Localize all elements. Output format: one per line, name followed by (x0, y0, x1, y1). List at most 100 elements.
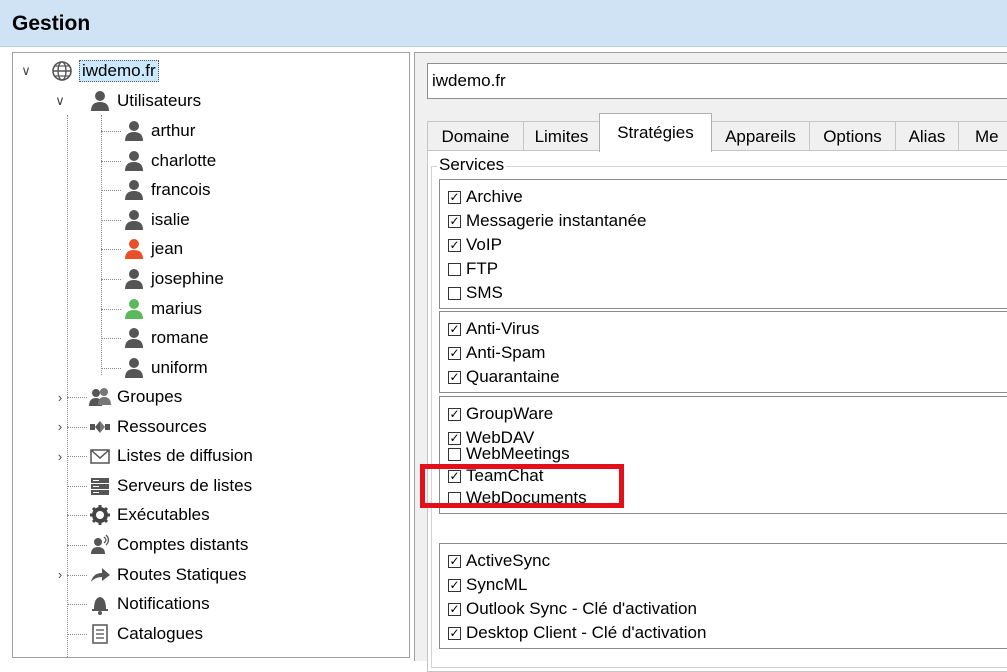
tree-guide-line (101, 338, 121, 340)
gear-icon (90, 505, 110, 526)
checkbox-syncml[interactable]: ✓ SyncML (448, 574, 527, 596)
tree-guide-line (101, 308, 121, 310)
checkbox-quarantaine[interactable]: ✓ Quarantaine (448, 366, 560, 388)
checkbox-sms[interactable]: SMS (448, 282, 503, 304)
tab-label: Domaine (441, 126, 510, 146)
user-icon (91, 91, 109, 111)
checkbox-groupware[interactable]: ✓ GroupWare (448, 403, 553, 425)
tree-node-item[interactable]: › Routes Statiques (53, 561, 247, 589)
chevron-right-icon[interactable]: › (53, 390, 67, 405)
tree-node-item[interactable]: Catalogues (53, 620, 203, 648)
tree-node-label: charlotte (151, 150, 217, 170)
tab-label: Limites (534, 126, 589, 146)
domain-name-value: iwdemo.fr (432, 71, 506, 90)
checkbox-label: VoIP (466, 235, 502, 254)
checkbox-box[interactable]: ✓ (448, 214, 461, 228)
tree-node-user[interactable]: josephine (123, 265, 224, 293)
tree-node-user[interactable]: francois (123, 176, 211, 204)
tree-node-item[interactable]: › Ressources (53, 413, 207, 441)
title-bar: Gestion (0, 0, 1007, 47)
checkbox-label: Quarantaine (466, 367, 560, 386)
tree-node-label: Comptes distants (117, 535, 249, 554)
checkbox-anti-spam[interactable]: ✓ Anti-Spam (448, 342, 545, 364)
tree-node-label: marius (151, 298, 203, 318)
checkbox-desktop-client-cl-d-activation[interactable]: ✓ Desktop Client - Clé d'activation (448, 622, 706, 644)
checkbox-box[interactable]: ✓ (448, 190, 461, 204)
checkbox-activesync[interactable]: ✓ ActiveSync (448, 550, 550, 572)
checkbox-box[interactable]: ✓ (448, 370, 461, 384)
group-icon (89, 388, 111, 406)
tree-node-user[interactable]: isalie (123, 206, 190, 234)
user-icon (125, 209, 143, 230)
globe-icon (52, 61, 72, 81)
chevron-right-icon[interactable]: › (53, 567, 67, 582)
tab-appareils[interactable]: Appareils (711, 121, 810, 151)
tree-guide-line (101, 131, 121, 132)
checkbox-voip[interactable]: ✓ VoIP (448, 234, 502, 256)
tree-node-user[interactable]: marius (123, 295, 202, 323)
tree-node-user[interactable]: uniform (123, 354, 208, 382)
tree-guide-line (101, 367, 121, 369)
tab-strategies[interactable]: Stratégies (599, 113, 712, 152)
checkbox-box[interactable] (448, 262, 461, 276)
checkbox-label: FTP (466, 259, 499, 278)
tree-node-users[interactable]: ∨ Utilisateurs (53, 87, 201, 115)
tree-node-item[interactable]: › Groupes (53, 383, 182, 411)
domain-name-field[interactable]: iwdemo.fr (427, 63, 1007, 99)
checkbox-box[interactable] (448, 447, 461, 461)
tree-node-item[interactable]: Exécutables (53, 501, 210, 529)
checkbox-box[interactable]: ✓ (448, 238, 461, 252)
tab-alias[interactable]: Alias (895, 121, 959, 151)
checkbox-box[interactable] (448, 286, 461, 300)
tree-guide-line (101, 160, 121, 162)
checkbox-box[interactable]: ✓ (448, 626, 461, 640)
checkbox-box[interactable]: ✓ (448, 554, 461, 568)
chevron-down-icon[interactable]: ∨ (53, 93, 67, 109)
checkbox-messagerie-instantan-e[interactable]: ✓ Messagerie instantanée (448, 210, 647, 232)
checkbox-label: Desktop Client - Clé d'activation (466, 623, 707, 642)
checkbox-label: Archive (466, 187, 523, 206)
tree-node-user[interactable]: charlotte (123, 147, 216, 175)
user-icon (125, 328, 143, 349)
tree-node-item[interactable]: Comptes distants (53, 531, 248, 559)
tree-node-label: josephine (151, 269, 224, 288)
services-checkbox-group: ✓ Archive ✓ Messagerie instantanée ✓ VoIP FTP S… (439, 179, 1007, 309)
services-legend: Services (437, 155, 507, 175)
tree-node-user[interactable]: arthur (123, 117, 195, 145)
tree-node-item[interactable]: Serveurs de listes (53, 472, 252, 500)
tree-guide-line (101, 249, 121, 251)
tree-node-user[interactable]: romane (123, 324, 209, 352)
tab-label: Alias (908, 126, 946, 146)
checkbox-box[interactable]: ✓ (448, 602, 461, 616)
tree-node-item[interactable]: › Listes de diffusion (53, 442, 253, 470)
checkbox-box[interactable]: ✓ (448, 407, 461, 421)
checkbox-box[interactable]: ✓ (448, 346, 461, 360)
checkbox-label: Anti-Virus (466, 319, 540, 338)
checkbox-archive[interactable]: ✓ Archive (448, 186, 523, 208)
tree-node-label: uniform (151, 357, 208, 377)
tree-node-label: romane (151, 328, 209, 348)
tree-guide-line (101, 190, 121, 192)
tree-node-user[interactable]: jean (123, 235, 183, 263)
tree-node-item[interactable]: Notifications (53, 590, 210, 618)
window-title: Gestion (12, 12, 91, 35)
tree-node-domain[interactable]: ∨ iwdemo.fr (19, 57, 159, 85)
chevron-right-icon[interactable]: › (53, 419, 67, 434)
checkbox-anti-virus[interactable]: ✓ Anti-Virus (448, 318, 539, 340)
checkbox-webmeetings[interactable]: WebMeetings (448, 443, 570, 465)
chevron-right-icon[interactable]: › (53, 449, 67, 464)
checkbox-box[interactable]: ✓ (448, 322, 461, 336)
tab-domaine[interactable]: Domaine (427, 121, 524, 151)
tab-limites[interactable]: Limites (523, 121, 600, 151)
bell-icon (92, 597, 108, 616)
tab-options[interactable]: Options (809, 121, 896, 151)
tab-more[interactable]: Me (958, 121, 1007, 151)
tree-panel[interactable]: ∨ iwdemo.fr ∨ Utilisateurs arthur charlot… (12, 52, 410, 658)
tab-label: Appareils (725, 126, 796, 146)
tab-label: Options (823, 126, 882, 146)
checkbox-outlook-sync-cl-d-activation[interactable]: ✓ Outlook Sync - Clé d'activation (448, 598, 697, 620)
checkbox-ftp[interactable]: FTP (448, 258, 498, 280)
tree-node-label: Utilisateurs (117, 91, 202, 110)
checkbox-box[interactable]: ✓ (448, 578, 461, 592)
chevron-down-icon[interactable]: ∨ (19, 63, 33, 79)
